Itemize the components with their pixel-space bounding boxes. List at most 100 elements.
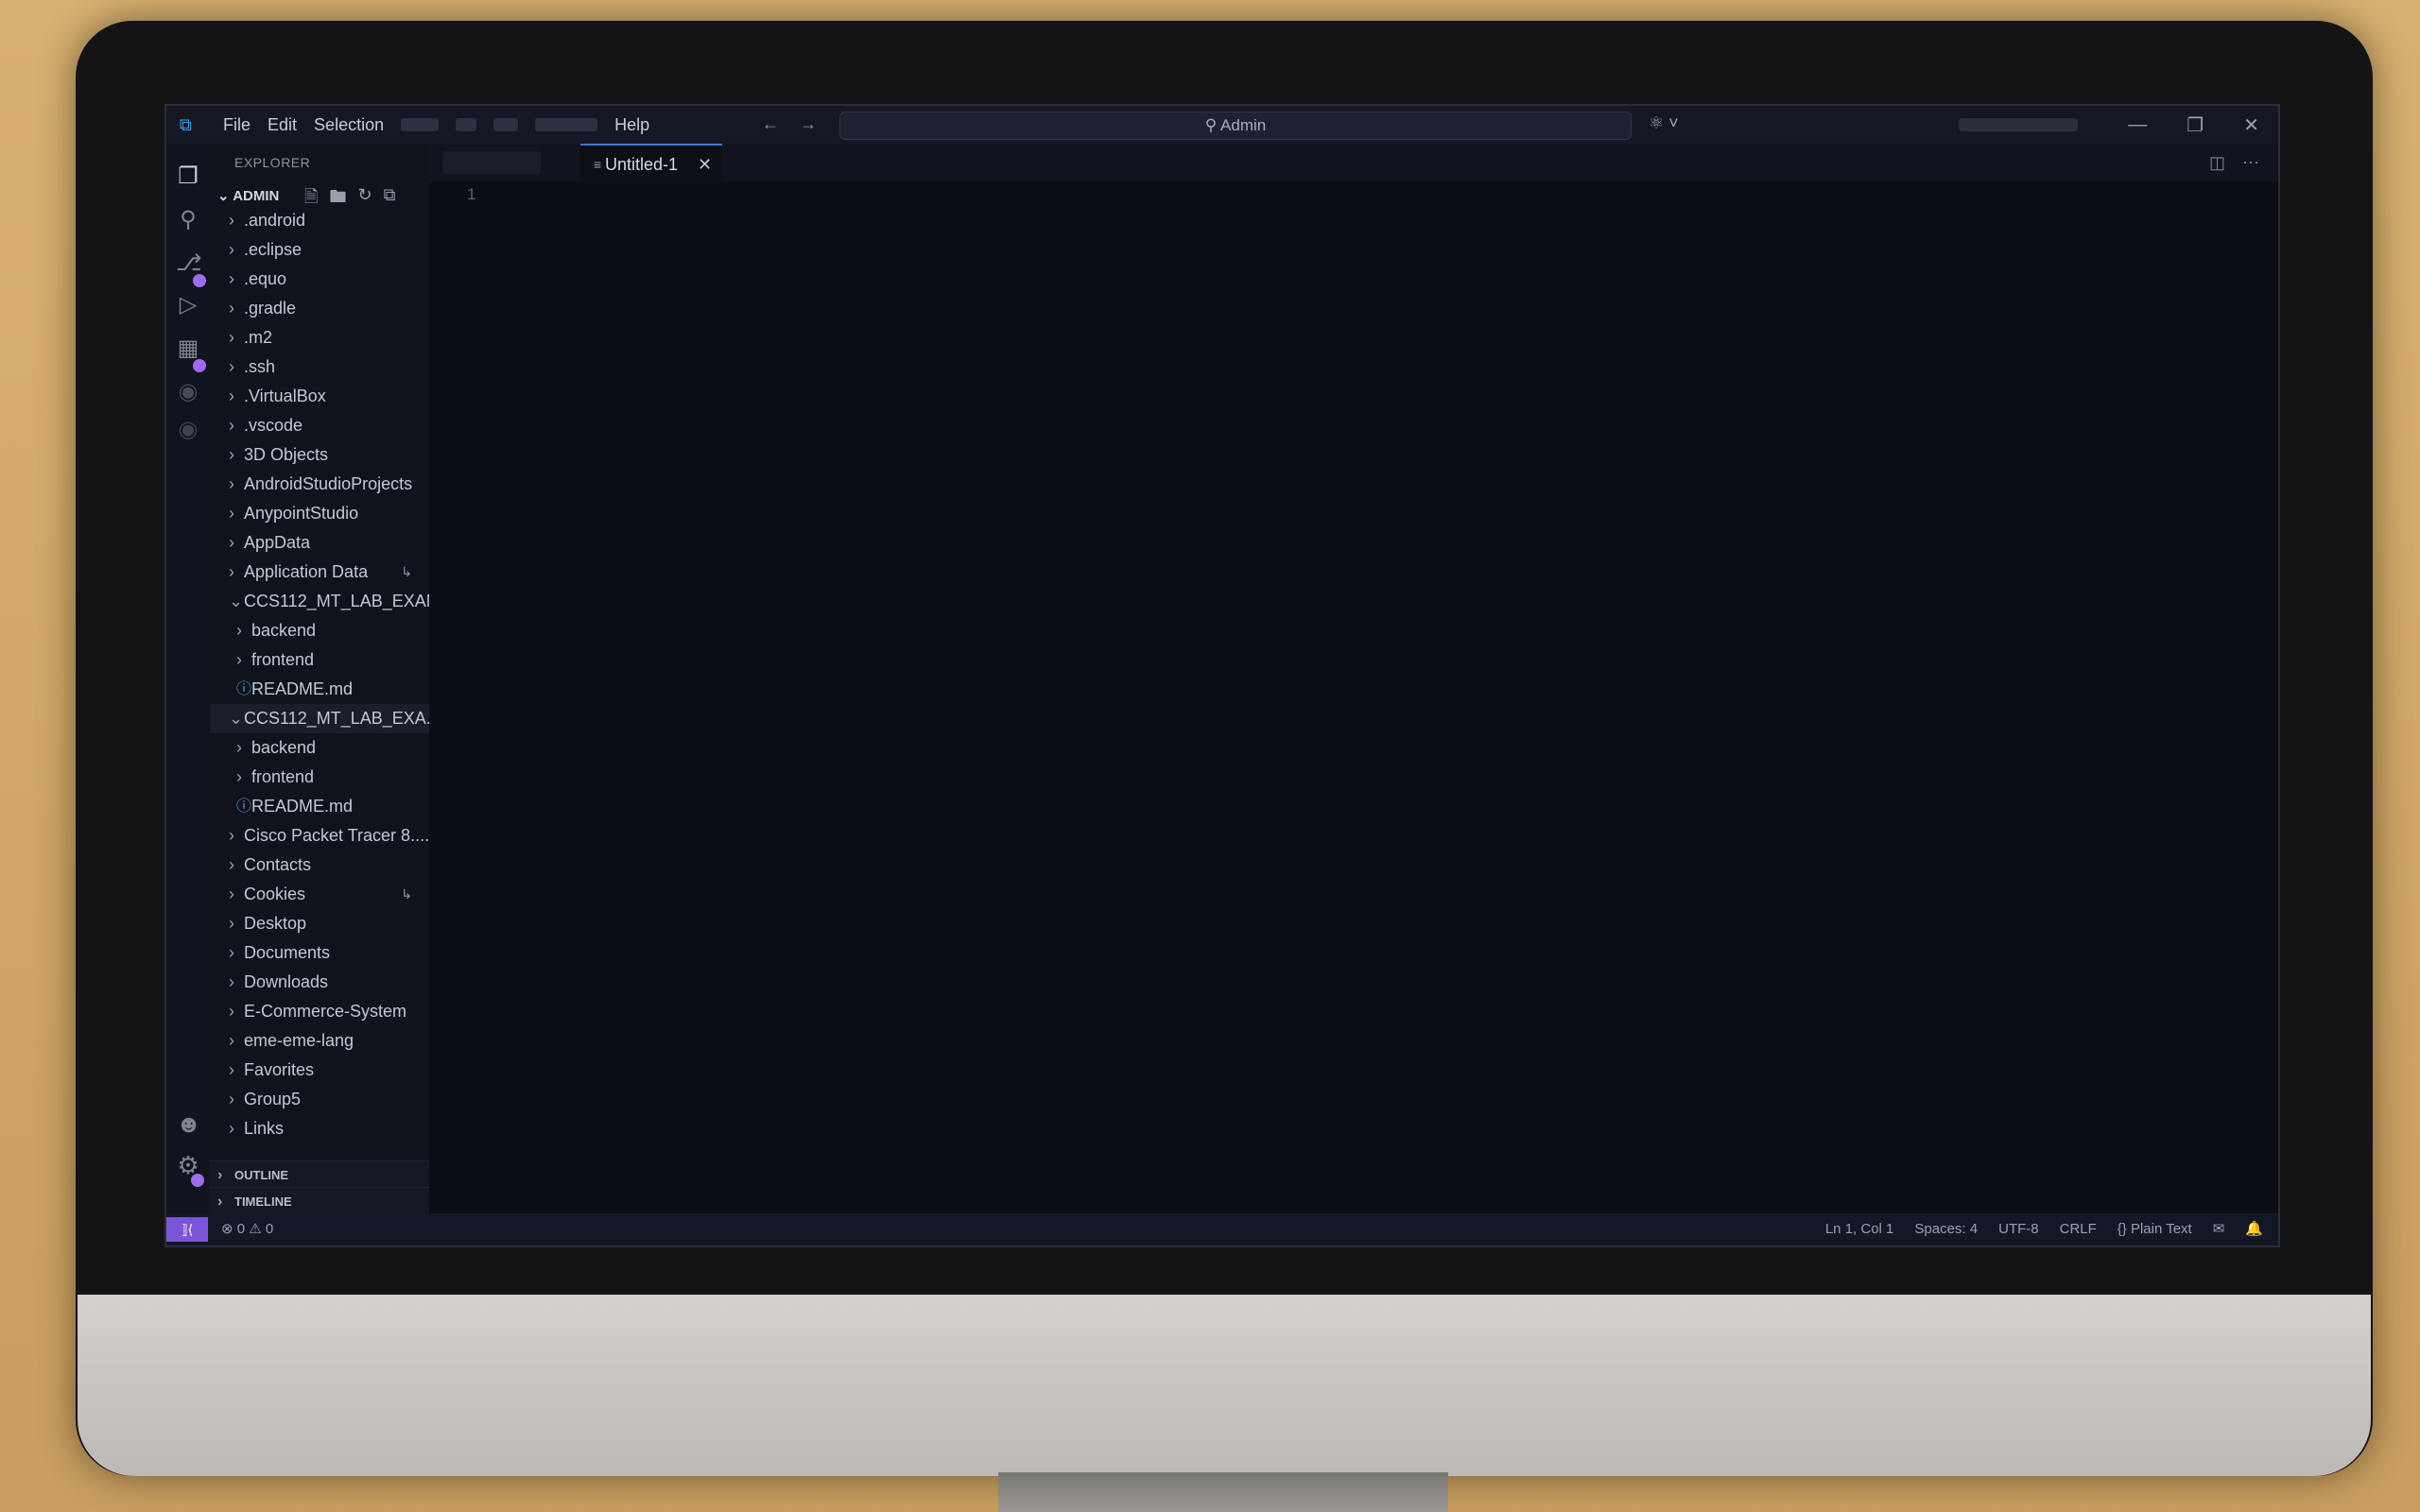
activity-bar: ❐ ⚲ ⎇ ▷ ▦ ◉ ◉ ☻ ⚙ [166, 144, 210, 1213]
search-icon[interactable]: ⚲ [176, 208, 200, 232]
tree-folder-item[interactable]: › Cisco Packet Tracer 8.... [210, 821, 429, 850]
tree-folder-item[interactable]: › Group5 [210, 1085, 429, 1114]
tab-untitled-1[interactable]: ≡ Untitled-1 ✕ [580, 144, 722, 183]
tree-item-label: 3D Objects [244, 445, 329, 464]
back-arrow-icon[interactable]: ← [762, 114, 779, 134]
command-center-search[interactable]: ⚲ Admin [839, 112, 1632, 140]
tree-folder-item[interactable]: › frontend [210, 763, 429, 792]
close-icon[interactable]: ✕ [2243, 113, 2259, 137]
more-actions-icon[interactable]: ⋯ [2242, 153, 2259, 173]
outline-label: OUTLINE [234, 1168, 289, 1182]
encoding[interactable]: UTF-8 [1998, 1213, 2039, 1246]
feedback-icon[interactable]: ✉ [2213, 1213, 2225, 1246]
tree-item-label: .m2 [244, 328, 273, 347]
tree-folder-item[interactable]: › Links [210, 1114, 429, 1143]
tree-folder-item[interactable]: › AppData [210, 528, 429, 558]
split-editor-icon[interactable]: ◫ [2209, 153, 2225, 173]
outline-section[interactable]: › OUTLINE [210, 1160, 429, 1190]
tree-file-item[interactable]: ⓘ README.md [210, 792, 429, 821]
tree-folder-item[interactable]: › frontend [210, 645, 429, 675]
run-debug-icon[interactable]: ▷ [176, 293, 200, 318]
tree-folder-item[interactable]: › .eclipse [210, 235, 429, 265]
menu-file[interactable]: File [223, 115, 251, 135]
menu-selection[interactable]: Selection [314, 115, 384, 135]
tree-folder-item[interactable]: ⌄ CCS112_MT_LAB_EXAM [210, 587, 429, 616]
tree-folder-item[interactable]: › Favorites [210, 1056, 429, 1085]
tree-folder-item[interactable]: › .VirtualBox [210, 382, 429, 411]
tree-folder-item[interactable]: › AndroidStudioProjects [210, 470, 429, 499]
copilot-icon[interactable]: ⚛ ˅ [1649, 113, 1679, 133]
chevron-right-icon: › [229, 504, 234, 523]
indentation[interactable]: Spaces: 4 [1914, 1213, 1978, 1246]
tree-item-label: Group5 [244, 1090, 302, 1108]
forward-arrow-icon[interactable]: → [800, 114, 817, 134]
line-number: 1 [467, 185, 476, 203]
explorer-root-folder[interactable]: ⌄ ADMIN [217, 187, 279, 204]
language-mode[interactable]: {} Plain Text [2118, 1213, 2192, 1246]
menu-edit[interactable]: Edit [268, 115, 297, 135]
chevron-right-icon: › [236, 738, 242, 757]
tree-folder-item[interactable]: › .android [210, 206, 429, 235]
menu-help[interactable]: Help [614, 115, 649, 135]
explorer-title: EXPLORER [234, 155, 311, 170]
tree-folder-item[interactable]: › .ssh [210, 352, 429, 382]
tree-folder-item[interactable]: › E-Commerce-System [210, 997, 429, 1026]
menu-view-blurred[interactable] [401, 118, 440, 131]
source-control-icon[interactable]: ⎇ [176, 251, 202, 276]
tree-item-label: Documents [244, 943, 331, 962]
tree-folder-item[interactable]: › 3D Objects [210, 440, 429, 470]
tree-item-label: E-Commerce-System [244, 1002, 407, 1021]
account-icon[interactable]: ☻ [176, 1111, 201, 1136]
tree-folder-item[interactable]: › Desktop [210, 909, 429, 938]
search-icon: ⚲ [1204, 116, 1218, 134]
notifications-icon[interactable]: 🔔 [2245, 1213, 2263, 1246]
extension-icon-blurred[interactable]: ◉ [176, 380, 200, 404]
tree-folder-item[interactable]: ⌄ CCS112_MT_LAB_EXA... [210, 704, 429, 733]
menu-run-blurred[interactable] [493, 118, 519, 131]
menu-go-blurred[interactable] [456, 118, 477, 131]
maximize-icon[interactable]: ❐ [2187, 113, 2204, 137]
minimize-icon[interactable]: — [2128, 114, 2147, 136]
tree-folder-item[interactable]: › .m2 [210, 323, 429, 352]
timeline-section[interactable]: › TIMELINE [210, 1187, 429, 1216]
tree-folder-item[interactable]: › Contacts [210, 850, 429, 880]
chevron-right-icon: › [229, 240, 234, 259]
tree-folder-item[interactable]: › backend [210, 616, 429, 645]
language-label: Plain Text [2130, 1221, 2192, 1237]
tree-item-label: .VirtualBox [244, 387, 326, 405]
vscode-logo-icon: ⧉ [180, 115, 192, 134]
problems-indicator[interactable]: ⊗ 0 ⚠ 0 [221, 1213, 273, 1246]
tree-folder-item[interactable]: › Cookies ↳ [210, 880, 429, 909]
extensions-icon[interactable]: ▦ [176, 336, 200, 361]
files-icon[interactable]: ❐ [176, 164, 200, 189]
remote-indicator-icon[interactable]: ⟧⟨ [166, 1217, 208, 1242]
tree-folder-item[interactable]: › .vscode [210, 411, 429, 440]
end-of-line[interactable]: CRLF [2060, 1213, 2097, 1246]
tree-item-label: .android [244, 211, 306, 230]
tree-folder-item[interactable]: › backend [210, 733, 429, 763]
menu-terminal-blurred[interactable] [535, 118, 598, 131]
status-right: Ln 1, Col 1 Spaces: 4 UTF-8 CRLF {} Plai… [1825, 1213, 2263, 1246]
close-tab-icon[interactable]: ✕ [698, 146, 712, 183]
editor-area[interactable]: 1 [429, 181, 2278, 1213]
tree-folder-item[interactable]: › Application Data ↳ [210, 558, 429, 587]
chevron-right-icon: › [229, 1119, 234, 1138]
cursor-position[interactable]: Ln 1, Col 1 [1825, 1213, 1894, 1246]
vscode-window: ⧉ File Edit Selection Help ← → ⚲ Admin ⚛… [164, 104, 2280, 1247]
tree-folder-item[interactable]: › Documents [210, 938, 429, 968]
chevron-right-icon: › [229, 943, 234, 962]
tab-blurred[interactable] [442, 151, 541, 174]
tree-folder-item[interactable]: › Downloads [210, 968, 429, 997]
tree-file-item[interactable]: ⓘ README.md [210, 675, 429, 704]
tree-item-label: Cisco Packet Tracer 8.... [244, 826, 429, 845]
layout-controls[interactable] [1959, 118, 2078, 131]
chevron-right-icon: › [229, 387, 234, 405]
tree-folder-item[interactable]: › eme-eme-lang [210, 1026, 429, 1056]
tree-folder-item[interactable]: › AnypointStudio [210, 499, 429, 528]
chevron-right-icon: › [229, 885, 234, 903]
tree-item-label: Downloads [244, 972, 329, 991]
tree-folder-item[interactable]: › .equo [210, 265, 429, 294]
extension-icon-blurred-2[interactable]: ◉ [176, 418, 200, 442]
tree-folder-item[interactable]: › .gradle [210, 294, 429, 323]
command-center-label: Admin [1220, 116, 1267, 134]
